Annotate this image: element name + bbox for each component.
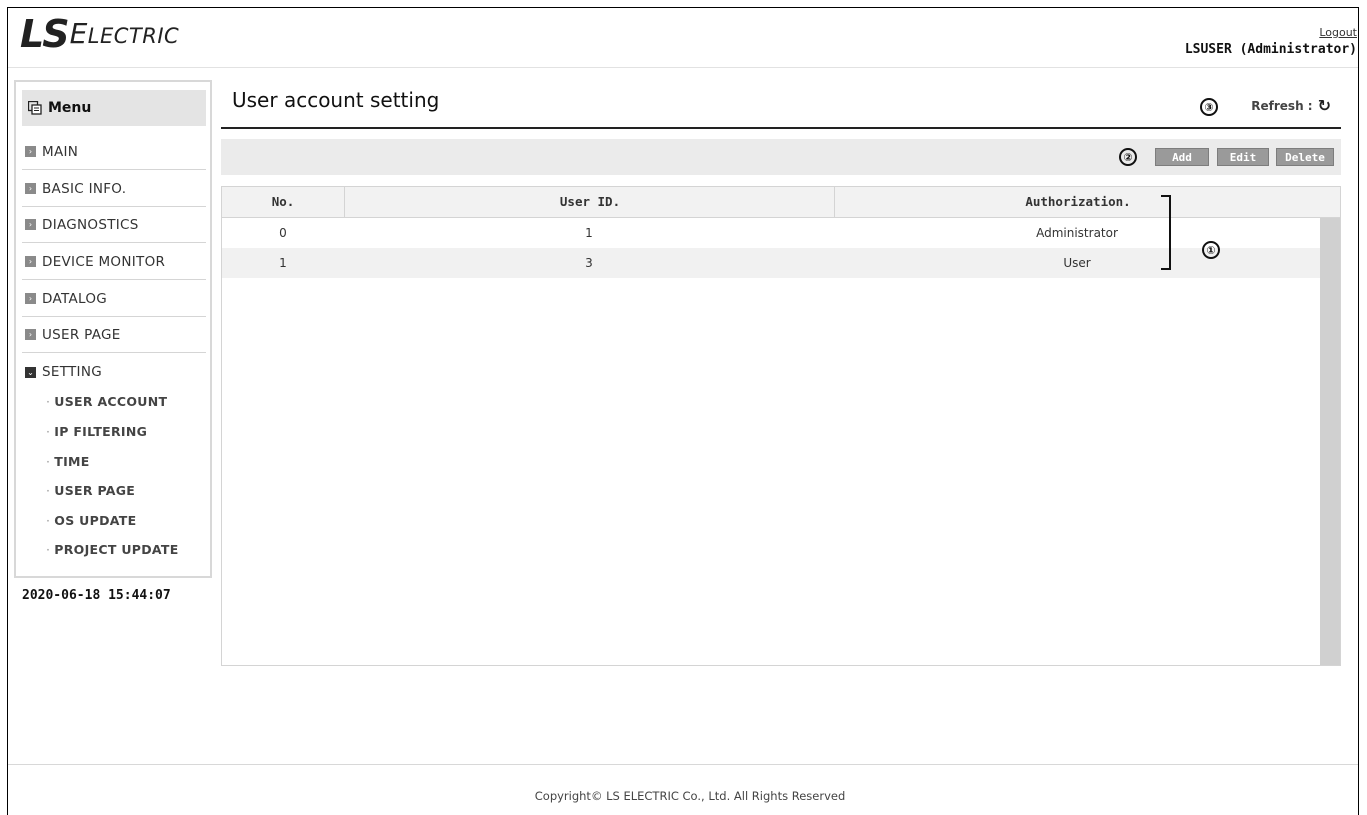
sidebar-item-main[interactable]: › MAIN — [22, 134, 206, 170]
logo-electric-initial: E — [69, 17, 88, 50]
logo-ls: LS — [20, 12, 70, 56]
sidebar-item-diagnostics[interactable]: › DIAGNOSTICS — [22, 207, 206, 243]
table-row[interactable]: 0 1 Administrator — [222, 218, 1320, 248]
sidebar-item-user-page[interactable]: › USER PAGE — [22, 317, 206, 353]
callout-bracket — [1161, 195, 1171, 270]
user-account-table: No. User ID. Authorization. 0 1 Administ… — [221, 186, 1341, 666]
chevron-down-icon: ⌄ — [25, 366, 36, 378]
sidebar-item-setting[interactable]: ⌄ SETTING — [22, 354, 206, 390]
submenu-ip-filtering[interactable]: · IP FILTERING — [46, 424, 147, 439]
table-row[interactable]: 1 3 User — [222, 248, 1320, 278]
callout-3: ③ — [1200, 98, 1218, 116]
cell-no: 1 — [279, 256, 287, 270]
sidebar: Menu › MAIN › BASIC INFO. › DIAGNOSTICS … — [14, 80, 212, 578]
sidebar-item-label: MAIN — [42, 143, 79, 160]
menu-header: Menu — [22, 90, 206, 126]
refresh-icon[interactable]: ↻ — [1318, 96, 1331, 115]
cell-no: 0 — [279, 226, 287, 240]
page-title: User account setting — [232, 88, 440, 112]
footer-divider — [8, 764, 1358, 765]
submenu-label: TIME — [54, 454, 90, 469]
logo-electric: ELECTRIC — [70, 16, 180, 54]
submenu-os-update[interactable]: · OS UPDATE — [46, 513, 136, 528]
sidebar-item-label: DEVICE MONITOR — [42, 253, 166, 270]
callout-1: ① — [1202, 241, 1220, 259]
chevron-right-icon: › — [25, 293, 36, 304]
delete-button[interactable]: Delete — [1276, 148, 1334, 166]
chevron-right-icon: › — [25, 256, 36, 267]
sidebar-item-label: BASIC INFO. — [42, 180, 127, 197]
copyright-text: Copyright© LS ELECTRIC Co., Ltd. All Rig… — [534, 789, 846, 803]
ls-electric-logo: LS ELECTRIC — [20, 14, 179, 54]
submenu-project-update[interactable]: · PROJECT UPDATE — [46, 542, 179, 557]
sidebar-item-datalog[interactable]: › DATALOG — [22, 281, 206, 317]
column-header-authorization: Authorization. — [834, 187, 1321, 217]
column-header-no: No. — [271, 194, 295, 209]
refresh-label: Refresh : — [1251, 98, 1313, 113]
add-button[interactable]: Add — [1155, 148, 1209, 166]
logo-electric-rest: LECTRIC — [87, 24, 180, 48]
logout-link[interactable]: Logout — [1319, 26, 1357, 39]
header-divider — [8, 67, 1358, 68]
cell-authorization: User — [1063, 256, 1091, 270]
sidebar-item-basic-info[interactable]: › BASIC INFO. — [22, 171, 206, 207]
sidebar-item-label: DATALOG — [42, 290, 108, 307]
sidebar-item-label: SETTING — [42, 364, 102, 380]
table-header: No. User ID. Authorization. — [222, 187, 1340, 218]
menu-icon — [28, 101, 42, 115]
submenu-label: PROJECT UPDATE — [54, 542, 179, 557]
chevron-right-icon: › — [25, 329, 36, 340]
submenu-user-page[interactable]: · USER PAGE — [46, 483, 135, 498]
column-header-user-id: User ID. — [344, 187, 835, 217]
callout-2: ② — [1119, 148, 1137, 166]
cell-user-id: 3 — [585, 256, 593, 270]
sidebar-item-device-monitor[interactable]: › DEVICE MONITOR — [22, 244, 206, 280]
submenu-time[interactable]: · TIME — [46, 454, 90, 469]
title-divider — [221, 127, 1341, 129]
chevron-right-icon: › — [25, 146, 36, 157]
submenu-label: USER ACCOUNT — [54, 394, 168, 409]
refresh-button[interactable]: Refresh : ↻ — [1251, 96, 1331, 115]
menu-label: Menu — [48, 100, 92, 116]
chevron-right-icon: › — [25, 183, 36, 194]
submenu-label: OS UPDATE — [54, 513, 137, 528]
vertical-scrollbar[interactable] — [1320, 218, 1340, 665]
datetime-display: 2020-06-18 15:44:07 — [22, 588, 171, 603]
sidebar-item-label: DIAGNOSTICS — [42, 216, 139, 233]
chevron-right-icon: › — [25, 219, 36, 230]
edit-button[interactable]: Edit — [1217, 148, 1269, 166]
current-user: LSUSER (Administrator) — [1184, 42, 1357, 57]
submenu-user-account[interactable]: · USER ACCOUNT — [46, 394, 167, 409]
submenu-label: USER PAGE — [54, 483, 136, 498]
cell-authorization: Administrator — [1036, 226, 1118, 240]
cell-user-id: 1 — [585, 226, 593, 240]
submenu-label: IP FILTERING — [54, 424, 148, 439]
sidebar-item-label: USER PAGE — [42, 326, 121, 343]
